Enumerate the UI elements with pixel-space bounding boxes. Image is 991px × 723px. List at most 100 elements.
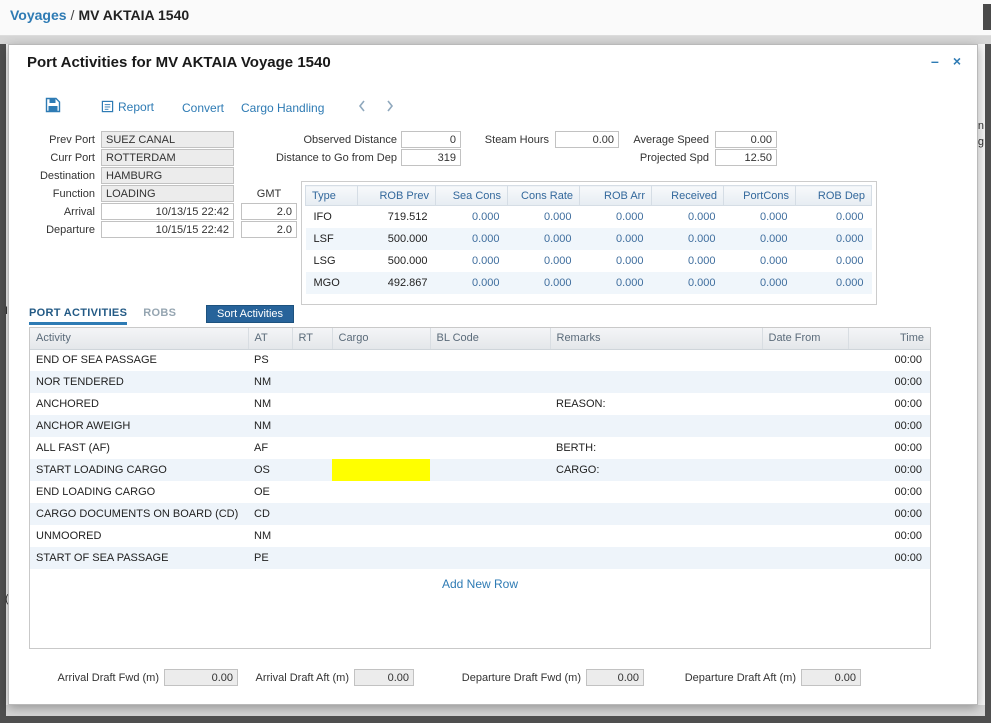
activity-cell-rt[interactable] <box>292 459 332 481</box>
next-chevron-icon[interactable] <box>381 97 399 115</box>
breadcrumb-voyages-link[interactable]: Voyages <box>10 7 67 23</box>
activity-cell-bl_code[interactable] <box>430 393 550 415</box>
activity-cell-remarks[interactable] <box>550 547 762 569</box>
rob-col-cons-rate[interactable]: Cons Rate <box>508 186 580 206</box>
activity-row[interactable]: END OF SEA PASSAGEPS00:00 <box>30 349 930 371</box>
rob-value[interactable]: 0.000 <box>580 228 652 250</box>
activity-cell-activity[interactable]: END OF SEA PASSAGE <box>30 349 248 371</box>
activity-row[interactable]: ANCHOR AWEIGHNM00:00 <box>30 415 930 437</box>
activity-cell-remarks[interactable] <box>550 371 762 393</box>
steam-hours-input[interactable] <box>555 131 619 148</box>
activity-cell-cargo[interactable] <box>332 547 430 569</box>
activity-cell-remarks[interactable] <box>550 349 762 371</box>
activity-cell-rt[interactable] <box>292 547 332 569</box>
rob-value[interactable]: 0.000 <box>508 228 580 250</box>
rob-value[interactable]: 0.000 <box>724 228 796 250</box>
rob-col-received[interactable]: Received <box>652 186 724 206</box>
activity-cell-bl_code[interactable] <box>430 481 550 503</box>
rob-value[interactable]: 0.000 <box>436 250 508 272</box>
activities-col-time[interactable]: Time <box>848 328 930 349</box>
arrival-gmt-input[interactable] <box>241 203 297 220</box>
rob-row[interactable]: LSF500.0000.0000.0000.0000.0000.0000.000 <box>306 228 872 250</box>
activity-cell-time[interactable]: 00:00 <box>848 415 930 437</box>
rob-value[interactable]: 0.000 <box>796 228 872 250</box>
rob-value[interactable]: 0.000 <box>508 250 580 272</box>
activity-cell-at[interactable]: NM <box>248 525 292 547</box>
rob-row[interactable]: IFO719.5120.0000.0000.0000.0000.0000.000 <box>306 206 872 228</box>
activities-col-rt[interactable]: RT <box>292 328 332 349</box>
rob-value[interactable]: 0.000 <box>652 206 724 228</box>
rob-value[interactable]: 0.000 <box>796 250 872 272</box>
activity-cell-bl_code[interactable] <box>430 503 550 525</box>
activity-cell-at[interactable]: NM <box>248 393 292 415</box>
activity-cell-remarks[interactable] <box>550 415 762 437</box>
departure-draft-fwd-input[interactable] <box>586 669 644 686</box>
activity-cell-at[interactable]: OS <box>248 459 292 481</box>
activity-cell-cargo[interactable] <box>332 525 430 547</box>
activity-cell-bl_code[interactable] <box>430 349 550 371</box>
activity-row[interactable]: START LOADING CARGOOSCARGO:00:00 <box>30 459 930 481</box>
rob-value[interactable]: 500.000 <box>358 228 436 250</box>
activity-cell-date_from[interactable] <box>762 371 848 393</box>
activities-col-date-from[interactable]: Date From <box>762 328 848 349</box>
activity-row[interactable]: END LOADING CARGOOE00:00 <box>30 481 930 503</box>
activity-row[interactable]: ALL FAST (AF)AFBERTH:00:00 <box>30 437 930 459</box>
rob-col-type[interactable]: Type <box>306 186 358 206</box>
rob-row[interactable]: LSG500.0000.0000.0000.0000.0000.0000.000 <box>306 250 872 272</box>
arrival-datetime-input[interactable] <box>101 203 234 220</box>
activity-cell-rt[interactable] <box>292 503 332 525</box>
activity-cell-cargo[interactable] <box>332 481 430 503</box>
rob-value[interactable]: 0.000 <box>652 228 724 250</box>
activity-cell-time[interactable]: 00:00 <box>848 393 930 415</box>
tab-port-activities[interactable]: PORT ACTIVITIES <box>29 307 127 325</box>
activity-cell-rt[interactable] <box>292 481 332 503</box>
rob-col-portcons[interactable]: PortCons <box>724 186 796 206</box>
activity-cell-time[interactable]: 00:00 <box>848 371 930 393</box>
average-speed-input[interactable] <box>715 131 777 148</box>
activity-cell-remarks[interactable] <box>550 503 762 525</box>
activity-cell-time[interactable]: 00:00 <box>848 547 930 569</box>
function-input[interactable] <box>101 185 234 202</box>
activity-cell-remarks[interactable] <box>550 525 762 547</box>
activity-cell-bl_code[interactable] <box>430 415 550 437</box>
activity-cell-cargo[interactable] <box>332 393 430 415</box>
activity-row[interactable]: UNMOOREDNM 00:00 <box>30 525 930 547</box>
activity-cell-at[interactable]: CD <box>248 503 292 525</box>
minimize-icon[interactable]: – <box>931 53 939 69</box>
tab-robs[interactable]: ROBS <box>143 307 176 319</box>
activity-cell-cargo[interactable] <box>332 371 430 393</box>
departure-gmt-input[interactable] <box>241 221 297 238</box>
activity-cell-activity[interactable]: ALL FAST (AF) <box>30 437 248 459</box>
rob-col-sea-cons[interactable]: Sea Cons <box>436 186 508 206</box>
activity-cell-activity[interactable]: UNMOORED <box>30 525 248 547</box>
rob-value[interactable]: 0.000 <box>436 272 508 294</box>
activity-cell-bl_code[interactable] <box>430 437 550 459</box>
activity-cell-date_from[interactable] <box>762 525 848 547</box>
observed-distance-input[interactable] <box>401 131 461 148</box>
activity-cell-rt[interactable] <box>292 437 332 459</box>
activity-cell-at[interactable]: AF <box>248 437 292 459</box>
activity-row[interactable]: NOR TENDEREDNM 00:00 <box>30 371 930 393</box>
activity-cell-activity[interactable]: NOR TENDERED <box>30 371 248 393</box>
activity-cell-remarks[interactable]: REASON: <box>550 393 762 415</box>
rob-value[interactable]: 0.000 <box>724 250 796 272</box>
activity-cell-at[interactable]: NM <box>248 371 292 393</box>
departure-datetime-input[interactable] <box>101 221 234 238</box>
rob-value[interactable]: 500.000 <box>358 250 436 272</box>
rob-value[interactable]: 492.867 <box>358 272 436 294</box>
activity-cell-rt[interactable] <box>292 371 332 393</box>
activity-row[interactable]: START OF SEA PASSAGEPE00:00 <box>30 547 930 569</box>
activity-cell-time[interactable]: 00:00 <box>848 525 930 547</box>
activity-cell-activity[interactable]: END LOADING CARGO <box>30 481 248 503</box>
activity-cell-time[interactable]: 00:00 <box>848 437 930 459</box>
rob-value[interactable]: 0.000 <box>796 272 872 294</box>
rob-value[interactable]: 0.000 <box>652 250 724 272</box>
cargo-handling-button[interactable]: Cargo Handling <box>241 101 324 115</box>
activity-cell-at[interactable]: PE <box>248 547 292 569</box>
activity-cell-date_from[interactable] <box>762 547 848 569</box>
rob-col-rob-prev[interactable]: ROB Prev <box>358 186 436 206</box>
activity-cell-date_from[interactable] <box>762 437 848 459</box>
activity-cell-date_from[interactable] <box>762 481 848 503</box>
activity-cell-date_from[interactable] <box>762 503 848 525</box>
activity-cell-cargo[interactable] <box>332 349 430 371</box>
